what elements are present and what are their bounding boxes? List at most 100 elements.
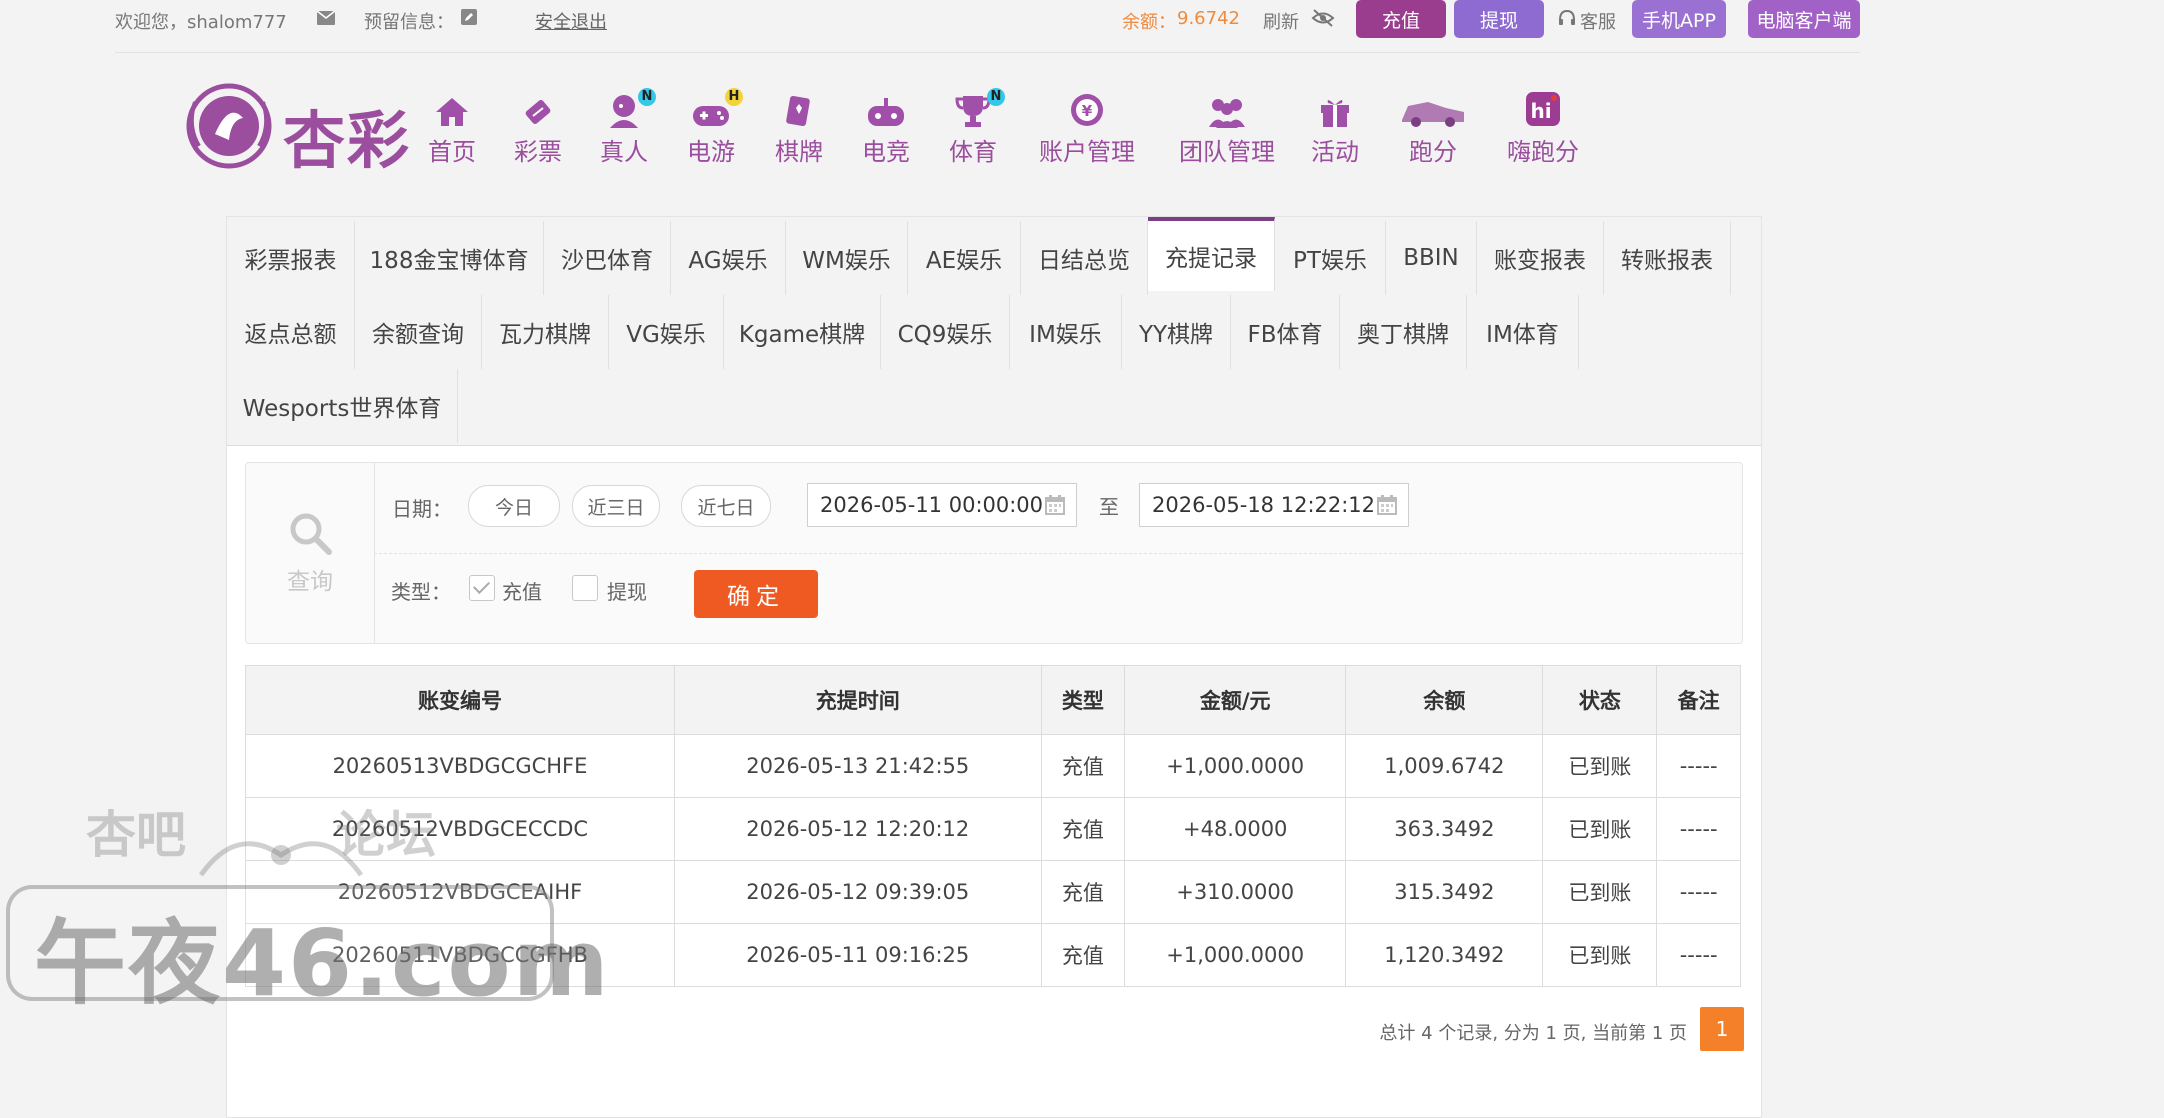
date-label: 日期： <box>392 497 452 521</box>
chip-today[interactable]: 今日 <box>468 485 560 527</box>
report-tabs: 彩票报表 188金宝博体育 沙巴体育 AG娱乐 WM娱乐 AE娱乐 日结总览 充… <box>227 217 1761 446</box>
tab-ae[interactable]: AE娱乐 <box>908 221 1021 295</box>
nav-run-score[interactable]: 跑分 <box>1398 88 1468 167</box>
tab-kgame-chess[interactable]: Kgame棋牌 <box>724 295 881 369</box>
tab-bbin[interactable]: BBIN <box>1386 221 1477 295</box>
cell-balance: 1,009.6742 <box>1345 734 1544 798</box>
tab-ag[interactable]: AG娱乐 <box>671 221 786 295</box>
tab-wali-chess[interactable]: 瓦力棋牌 <box>482 295 609 369</box>
query-row-divider <box>374 553 1742 554</box>
withdraw-checkbox-label: 提现 <box>607 580 647 604</box>
cell-remark: ----- <box>1656 923 1741 987</box>
confirm-button[interactable]: 确定 <box>694 570 818 618</box>
tab-odin-chess[interactable]: 奥丁棋牌 <box>1340 295 1467 369</box>
tab-wm[interactable]: WM娱乐 <box>786 221 908 295</box>
recharge-button[interactable]: 充值 <box>1356 0 1446 38</box>
report-panel: 彩票报表 188金宝博体育 沙巴体育 AG娱乐 WM娱乐 AE娱乐 日结总览 充… <box>226 216 1762 1118</box>
query-side[interactable]: 查询 <box>246 463 375 643</box>
nav-live[interactable]: N 真人 <box>594 88 656 167</box>
col-remark: 备注 <box>1656 665 1741 735</box>
recharge-checkbox[interactable] <box>469 575 495 601</box>
nav-activity[interactable]: 活动 <box>1305 88 1365 167</box>
tab-im-ent[interactable]: IM娱乐 <box>1010 295 1122 369</box>
nav-live-label: 真人 <box>600 138 648 166</box>
tab-transfer-report[interactable]: 转账报表 <box>1604 221 1731 295</box>
col-transaction-id: 账变编号 <box>245 665 675 735</box>
cell-remark: ----- <box>1656 797 1741 861</box>
tab-cq9[interactable]: CQ9娱乐 <box>881 295 1010 369</box>
date-to-input[interactable]: 2026-05-18 12:22:12 <box>1139 483 1409 527</box>
edit-icon[interactable] <box>461 9 477 30</box>
type-label: 类型： <box>391 580 451 604</box>
new-badge: N <box>638 88 656 106</box>
calendar-icon[interactable] <box>1376 494 1398 516</box>
refresh-link[interactable]: 刷新 <box>1263 8 1299 34</box>
date-from-value: 2026-05-11 00:00:00 <box>820 493 1044 517</box>
nav-sports[interactable]: N 体育 <box>943 88 1005 167</box>
nav-home-label: 首页 <box>428 138 476 166</box>
tab-im-sports[interactable]: IM体育 <box>1467 295 1579 369</box>
cell-amount: +310.0000 <box>1124 860 1347 924</box>
gamepad-icon: H <box>681 88 743 128</box>
nav-team[interactable]: 团队管理 <box>1172 88 1282 167</box>
tab-balance-query[interactable]: 余额查询 <box>355 295 482 369</box>
nav-lottery[interactable]: 彩票 <box>508 88 568 167</box>
pc-client-button[interactable]: 电脑客户端 <box>1748 0 1860 38</box>
home-icon <box>422 88 482 128</box>
watermark-line1a: 杏吧 <box>86 806 186 864</box>
tab-account-change-report[interactable]: 账变报表 <box>1477 221 1604 295</box>
headset-icon[interactable] <box>1558 9 1576 31</box>
tab-saba-sports[interactable]: 沙巴体育 <box>544 221 671 295</box>
cell-id: 20260511VBDGCCGFHB <box>245 923 675 987</box>
tab-deposit-withdraw-records[interactable]: 充提记录 <box>1148 217 1275 291</box>
tab-rebate-total[interactable]: 返点总额 <box>227 295 355 369</box>
cell-time: 2026-05-12 12:20:12 <box>673 797 1042 861</box>
col-balance: 余额 <box>1345 665 1544 735</box>
cell-time: 2026-05-11 09:16:25 <box>673 923 1042 987</box>
mail-icon[interactable] <box>316 9 336 30</box>
cell-amount: +1,000.0000 <box>1124 734 1347 798</box>
customer-service-link[interactable]: 客服 <box>1580 8 1616 34</box>
cell-status: 已到账 <box>1542 797 1658 861</box>
site-logo[interactable]: 杏彩 <box>185 82 415 177</box>
nav-esports-label: 电竞 <box>862 138 910 166</box>
nav-run-score-label: 跑分 <box>1409 138 1457 166</box>
reserve-info-label: 预留信息： <box>364 12 454 33</box>
cell-type: 充值 <box>1040 797 1126 861</box>
ticket-icon <box>508 88 568 128</box>
cell-id: 20260512VBDGCECCDC <box>245 797 675 861</box>
search-icon <box>290 513 332 555</box>
to-label: 至 <box>1099 495 1119 519</box>
tab-188-sports[interactable]: 188金宝博体育 <box>355 221 544 295</box>
tab-lottery-report[interactable]: 彩票报表 <box>227 221 355 295</box>
tab-yy-chess[interactable]: YY棋牌 <box>1122 295 1231 369</box>
page-1-button[interactable]: 1 <box>1700 1007 1744 1051</box>
cell-id: 20260512VBDGCEAIHF <box>245 860 675 924</box>
nav-slots[interactable]: H 电游 <box>681 88 743 167</box>
tab-pt[interactable]: PT娱乐 <box>1275 221 1386 295</box>
withdraw-button[interactable]: 提现 <box>1454 0 1544 38</box>
nav-esports[interactable]: 电竞 <box>856 88 916 167</box>
tab-fb-sports[interactable]: FB体育 <box>1231 295 1340 369</box>
chip-last-7-days[interactable]: 近七日 <box>681 485 771 527</box>
nav-home[interactable]: 首页 <box>422 88 482 167</box>
pagination-summary: 总计 4 个记录, 分为 1 页, 当前第 1 页 <box>1379 1023 1687 1044</box>
mobile-app-button[interactable]: 手机APP <box>1632 0 1726 38</box>
nav-account[interactable]: ¥ 账户管理 <box>1032 88 1142 167</box>
logout-link[interactable]: 安全退出 <box>535 8 607 34</box>
chip-last-3-days[interactable]: 近三日 <box>572 485 660 527</box>
table-row: 20260512VBDGCECCDC 2026-05-12 12:20:12 充… <box>245 797 1741 861</box>
eye-off-icon[interactable] <box>1311 9 1335 32</box>
gift-icon <box>1305 88 1365 128</box>
tab-vg[interactable]: VG娱乐 <box>609 295 724 369</box>
calendar-icon[interactable] <box>1044 494 1066 516</box>
tab-daily-overview[interactable]: 日结总览 <box>1021 221 1148 295</box>
cell-remark: ----- <box>1656 860 1741 924</box>
nav-hi-run-score[interactable]: hi 嗨跑分 <box>1502 88 1584 167</box>
cell-time: 2026-05-12 09:39:05 <box>673 860 1042 924</box>
query-form: 查询 日期： 今日 近三日 近七日 2026-05-11 00:00:00 至 … <box>245 462 1743 644</box>
date-from-input[interactable]: 2026-05-11 00:00:00 <box>807 483 1077 527</box>
nav-chess[interactable]: 棋牌 <box>769 88 829 167</box>
tab-wesports[interactable]: Wesports世界体育 <box>227 369 458 443</box>
withdraw-checkbox[interactable] <box>572 575 598 601</box>
